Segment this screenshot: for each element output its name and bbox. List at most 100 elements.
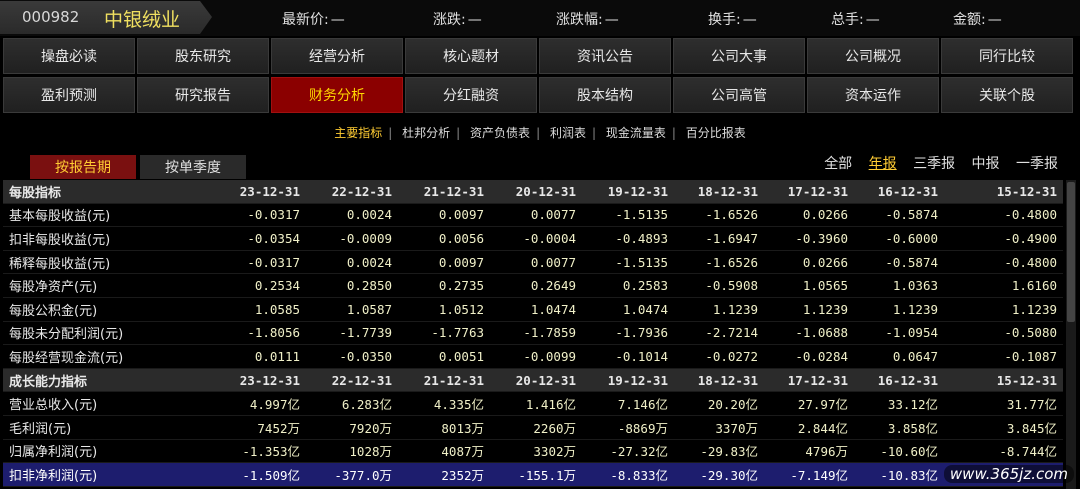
table-cell: -0.5908	[674, 273, 764, 298]
period-date-header: 20-12-31	[490, 180, 582, 204]
table-row[interactable]: 稀释每股收益(元) -0.0317 0.0024 0.0097 0.0077 -1.513…	[3, 250, 1063, 275]
table-cell: -1.7739	[306, 321, 398, 346]
range-annual[interactable]: 年报	[869, 156, 897, 172]
table-cell: 4087万	[398, 439, 490, 464]
table-cell: 0.2735	[398, 273, 490, 298]
table-cell: 7.146亿	[582, 391, 674, 416]
table-cell: 7920万	[306, 415, 398, 440]
table-cell: -1.7936	[582, 321, 674, 346]
nav-grid: 操盘必读 股东研究 经营分析 核心题材 资讯公告 公司大事 公司概况 同行比较 …	[0, 36, 1080, 114]
nav-item-shareholder-research[interactable]: 股东研究	[137, 38, 269, 74]
period-date-header: 20-12-31	[490, 368, 582, 393]
section-title: 成长能力指标	[3, 368, 169, 393]
table-cell: 1.0474	[490, 297, 582, 322]
table-cell: 4.997亿	[169, 391, 306, 416]
nav-item-trading-guide[interactable]: 操盘必读	[3, 38, 135, 74]
range-q3[interactable]: 三季报	[913, 156, 955, 172]
range-all[interactable]: 全部	[824, 156, 852, 172]
period-date-header: 17-12-31	[764, 368, 854, 393]
range-q1[interactable]: 一季报	[1016, 156, 1058, 172]
period-date-header: 18-12-31	[674, 180, 764, 204]
table-row[interactable]: 每股经营现金流(元) 0.0111 -0.0350 0.0051 -0.0099 -0.1…	[3, 344, 1063, 369]
period-date-header: 16-12-31	[854, 180, 944, 204]
table-cell: -7.149亿	[764, 462, 854, 487]
table-cell: 20.20亿	[674, 391, 764, 416]
table-row[interactable]: 每股未分配利润(元) -1.8056 -1.7739 -1.7763 -1.7859 -1…	[3, 321, 1063, 346]
row-label: 毛利润(元)	[3, 415, 169, 440]
table-row[interactable]: 营业总收入(元) 4.997亿 6.283亿 4.335亿 1.416亿 7.146亿 20…	[3, 391, 1063, 416]
row-label: 归属净利润(元)	[3, 439, 169, 464]
table-cell: 3370万	[674, 415, 764, 440]
table-row[interactable]: 每股公积金(元) 1.0585 1.0587 1.0512 1.0474 1.0474 1.…	[3, 297, 1063, 322]
table-cell: -1.353亿	[169, 439, 306, 464]
table-cell: -155.1万	[490, 462, 582, 487]
table-cell: 0.0051	[398, 344, 490, 369]
table-cell: -29.30亿	[674, 462, 764, 487]
table-cell: 0.2534	[169, 273, 306, 298]
stock-code: 000982	[22, 8, 80, 26]
table-row[interactable]: 毛利润(元) 7452万 7920万 8013万 2260万 -8869万 3370万 2.8…	[3, 415, 1063, 440]
section-title: 每股指标	[3, 180, 169, 204]
nav-item-related-stocks[interactable]: 关联个股	[941, 77, 1073, 113]
nav-item-capital-operations[interactable]: 资本运作	[807, 77, 939, 113]
nav-item-business-analysis[interactable]: 经营分析	[271, 38, 403, 74]
table-cell: -2.7214	[674, 321, 764, 346]
table-cell: 4796万	[764, 439, 854, 464]
table-cell: -377.0万	[306, 462, 398, 487]
period-tab-by-report[interactable]: 按报告期	[30, 155, 136, 179]
table-cell: -1.6526	[674, 203, 764, 228]
table-cell: 0.0056	[398, 226, 490, 251]
table-cell: -0.1087	[944, 344, 1063, 369]
table-cell: -0.0317	[169, 250, 306, 275]
period-date-header: 22-12-31	[306, 368, 398, 393]
quote-header: 000982 中银绒业 最新价: — 涨跌: — 涨跌幅: — 换手: — 总手: — 金…	[0, 0, 1080, 36]
table-cell: -1.6526	[674, 250, 764, 275]
row-label: 基本每股收益(元)	[3, 203, 169, 228]
nav-item-financial-analysis[interactable]: 财务分析	[271, 77, 403, 113]
subtab-main-indicators[interactable]: 主要指标	[334, 126, 382, 140]
table-row[interactable]: 扣非净利润(元) -1.509亿 -377.0万 2352万 -155.1万 -8.833…	[3, 462, 1063, 487]
subtab-percentage[interactable]: 百分比报表	[686, 126, 746, 140]
nav-item-research-reports[interactable]: 研究报告	[137, 77, 269, 113]
table-cell: 1.1239	[764, 297, 854, 322]
scrollbar-thumb[interactable]	[1067, 182, 1075, 322]
nav-item-share-structure[interactable]: 股本结构	[539, 77, 671, 113]
period-date-header: 19-12-31	[582, 180, 674, 204]
nav-item-major-events[interactable]: 公司大事	[673, 38, 805, 74]
table-cell: -0.4900	[944, 226, 1063, 251]
quote-amount: 金额: —	[953, 12, 1002, 28]
table-cell: 2352万	[398, 462, 490, 487]
table-cell: -29.83亿	[674, 439, 764, 464]
subtab-cash-flow[interactable]: 现金流量表	[606, 126, 666, 140]
table-cell: 0.0097	[398, 250, 490, 275]
nav-item-core-themes[interactable]: 核心题材	[405, 38, 537, 74]
table-cell: 0.2583	[582, 273, 674, 298]
row-label: 扣非净利润(元)	[3, 462, 169, 487]
nav-item-dividends-financing[interactable]: 分红融资	[405, 77, 537, 113]
nav-row-2: 盈利预测 研究报告 财务分析 分红融资 股本结构 公司高管 资本运作 关联个股	[0, 77, 1080, 114]
financial-table: 每股指标 23-12-31 22-12-31 21-12-31 20-12-31 19-1…	[3, 180, 1063, 487]
subtab-income-statement[interactable]: 利润表	[550, 126, 586, 140]
table-cell: -0.5080	[944, 321, 1063, 346]
subtab-balance-sheet[interactable]: 资产负债表	[470, 126, 530, 140]
table-scrollbar[interactable]	[1066, 180, 1076, 489]
nav-item-news-announcements[interactable]: 资讯公告	[539, 38, 671, 74]
table-row[interactable]: 归属净利润(元) -1.353亿 1028万 4087万 3302万 -27.32亿 -29…	[3, 439, 1063, 464]
range-half[interactable]: 中报	[972, 156, 1000, 172]
table-cell: 2260万	[490, 415, 582, 440]
table-row[interactable]: 基本每股收益(元) -0.0317 0.0024 0.0097 0.0077 -1.513…	[3, 203, 1063, 228]
nav-item-executives[interactable]: 公司高管	[673, 77, 805, 113]
table-row[interactable]: 每股净资产(元) 0.2534 0.2850 0.2735 0.2649 0.2583 -0…	[3, 273, 1063, 298]
table-cell: -0.4893	[582, 226, 674, 251]
period-tab-by-quarter[interactable]: 按单季度	[140, 155, 246, 179]
subtab-dupont[interactable]: 杜邦分析	[402, 126, 450, 140]
nav-item-company-overview[interactable]: 公司概况	[807, 38, 939, 74]
nav-item-peer-comparison[interactable]: 同行比较	[941, 38, 1073, 74]
table-cell: 0.0024	[306, 203, 398, 228]
table-cell: -1.5135	[582, 250, 674, 275]
table-cell: -8869万	[582, 415, 674, 440]
table-cell: -0.4800	[944, 203, 1063, 228]
table-cell: -1.6947	[674, 226, 764, 251]
nav-item-profit-forecast[interactable]: 盈利预测	[3, 77, 135, 113]
table-row[interactable]: 扣非每股收益(元) -0.0354 -0.0009 0.0056 -0.0004 -0.4…	[3, 226, 1063, 251]
